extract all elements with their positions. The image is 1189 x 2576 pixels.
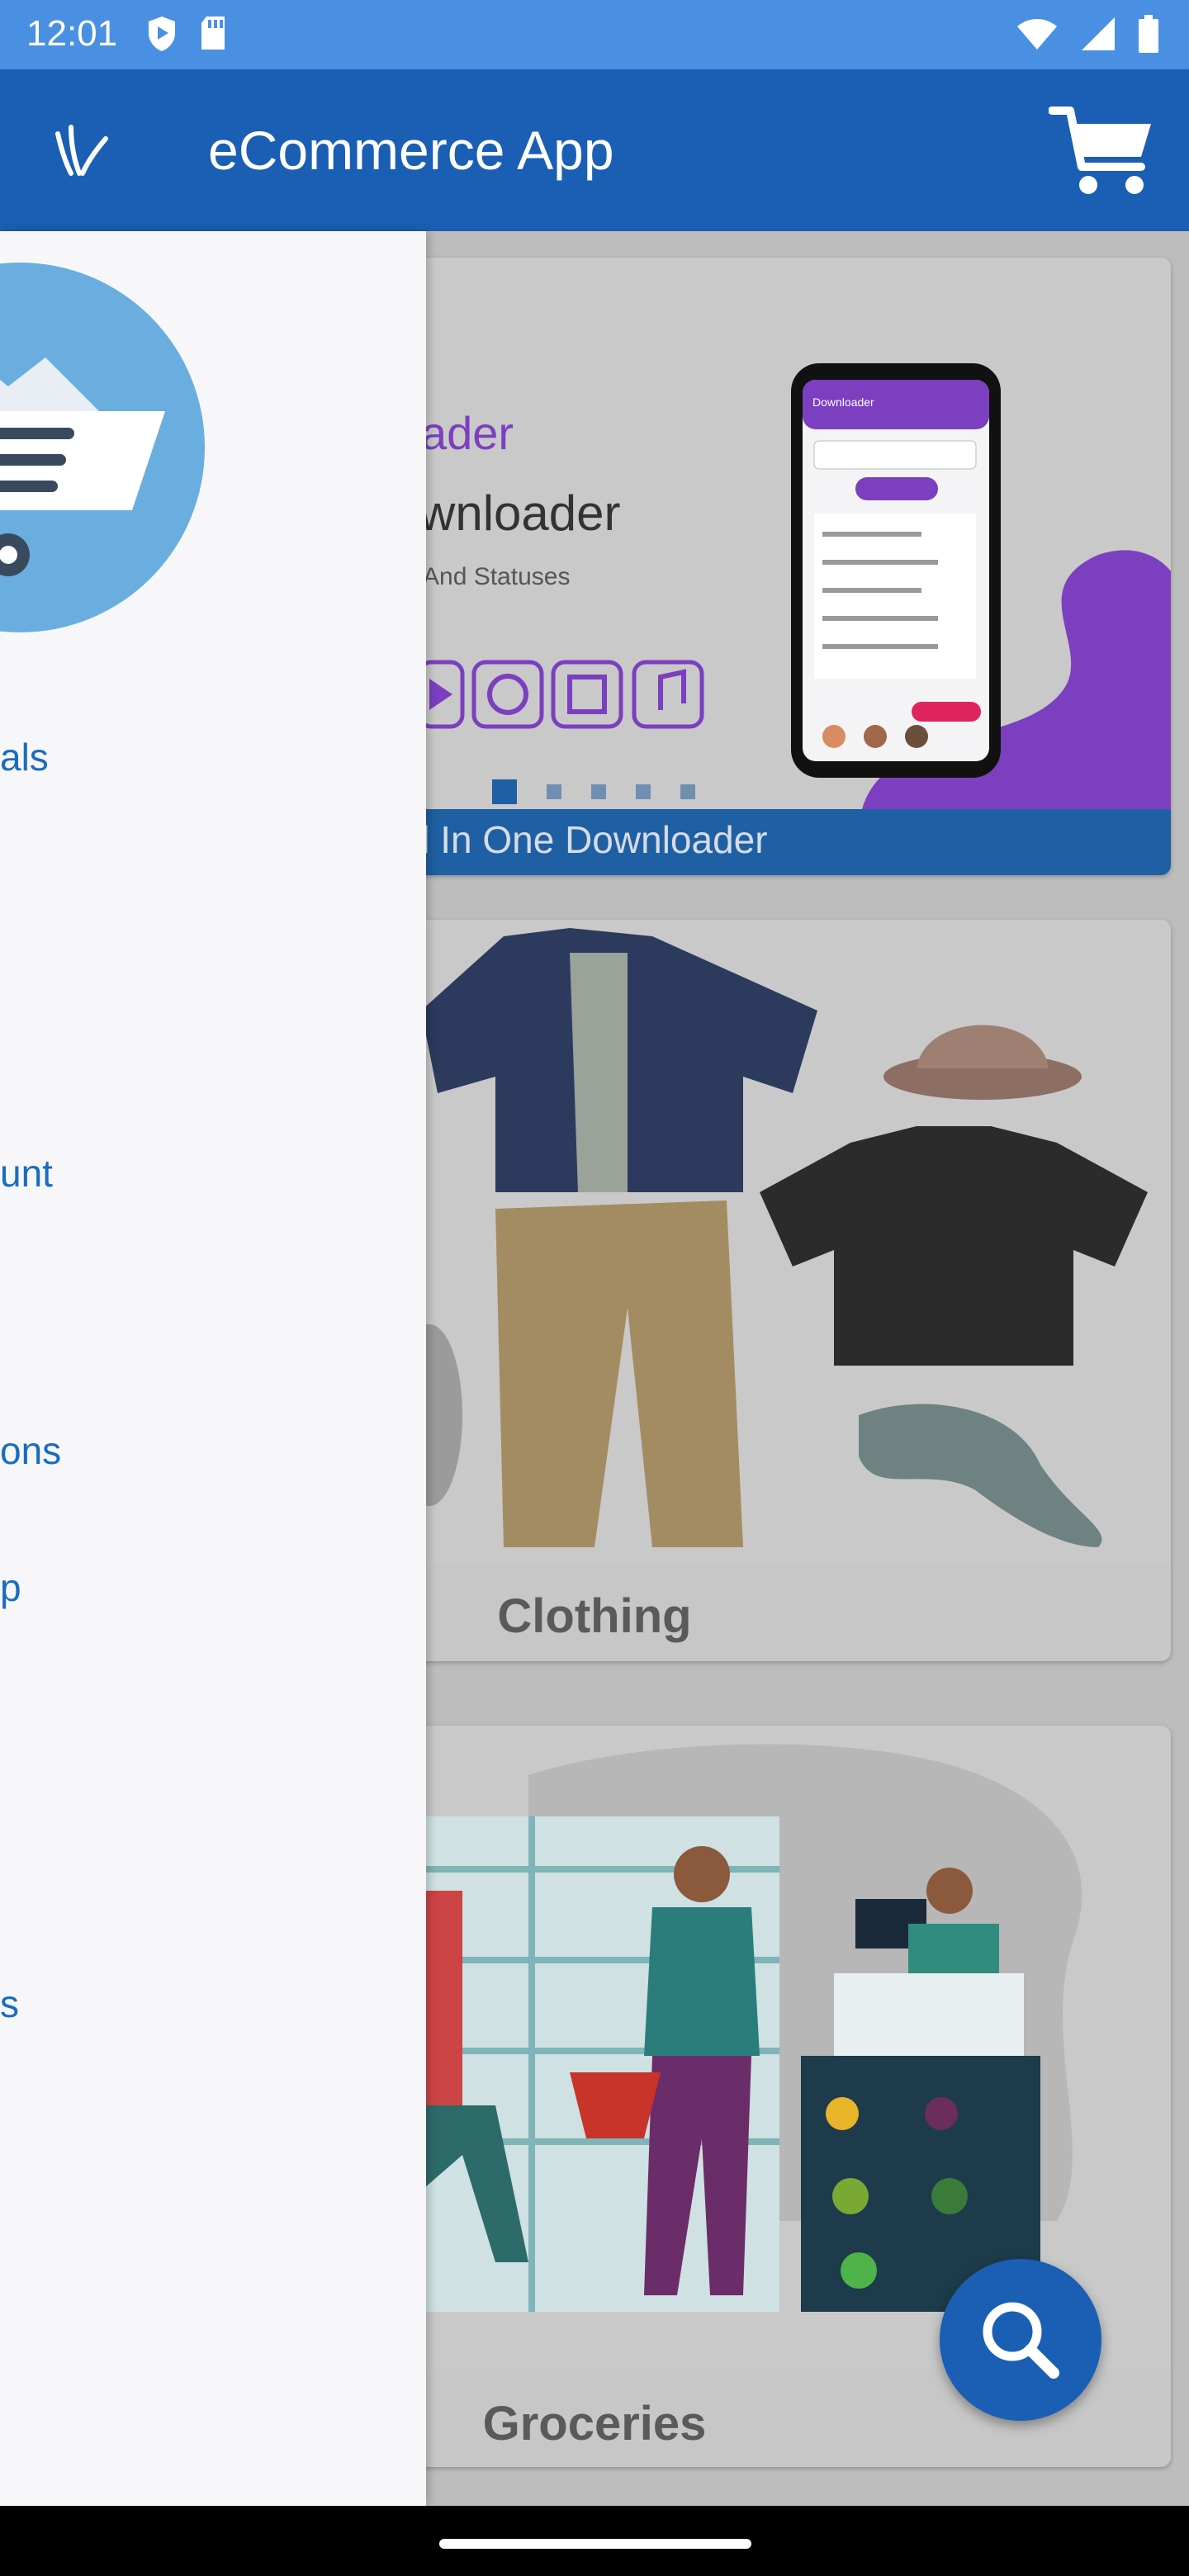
app-title: eCommerce App bbox=[208, 120, 614, 181]
drawer-item-account[interactable]: unt bbox=[0, 1151, 53, 1196]
carousel-dot[interactable] bbox=[547, 784, 561, 799]
banner-caption: ll In One Downloader bbox=[413, 818, 768, 861]
carousel-dot[interactable] bbox=[636, 784, 651, 799]
drawer-item-deals[interactable]: als bbox=[0, 735, 49, 779]
app-bar: eCommerce App bbox=[0, 69, 1189, 231]
carousel-dots bbox=[492, 779, 695, 804]
banner-subtitle: wnloader bbox=[419, 485, 621, 541]
menu-button[interactable] bbox=[46, 116, 117, 187]
status-time: 12:01 bbox=[26, 13, 118, 54]
cart-logo-icon bbox=[0, 358, 165, 576]
drawer-item-options[interactable]: ons bbox=[0, 1428, 61, 1473]
drawer-item-settings[interactable]: s bbox=[0, 1982, 19, 2026]
cart-icon bbox=[1048, 107, 1151, 194]
navigation-drawer: als unt ons p s bbox=[0, 231, 426, 2506]
banner-tagline: And Statuses bbox=[423, 563, 570, 590]
carousel-dot[interactable] bbox=[591, 784, 606, 799]
banner-phone-mockup: Downloader bbox=[791, 363, 1001, 778]
status-right-icons bbox=[1016, 15, 1159, 53]
carousel-dot[interactable] bbox=[680, 784, 695, 799]
search-icon bbox=[983, 2302, 1059, 2379]
logo-menu-icon bbox=[55, 125, 108, 176]
carousel-dot[interactable] bbox=[492, 779, 517, 804]
banner-title: ader bbox=[421, 407, 514, 459]
drawer-item-help[interactable]: p bbox=[0, 1565, 21, 1610]
battery-icon bbox=[1139, 15, 1158, 53]
wifi-icon bbox=[1017, 19, 1057, 50]
shield-play-icon bbox=[149, 17, 175, 51]
search-fab[interactable] bbox=[940, 2259, 1101, 2421]
drawer-logo bbox=[0, 263, 205, 632]
cart-button[interactable] bbox=[1048, 102, 1156, 201]
svg-text:Downloader: Downloader bbox=[812, 395, 874, 409]
home-gesture-handle[interactable] bbox=[439, 2539, 751, 2549]
sd-card-icon bbox=[201, 17, 225, 50]
system-navigation-bar bbox=[0, 2506, 1189, 2576]
status-bar: 12:01 bbox=[0, 0, 1189, 69]
status-left-icons bbox=[145, 15, 228, 53]
signal-icon bbox=[1082, 17, 1115, 50]
